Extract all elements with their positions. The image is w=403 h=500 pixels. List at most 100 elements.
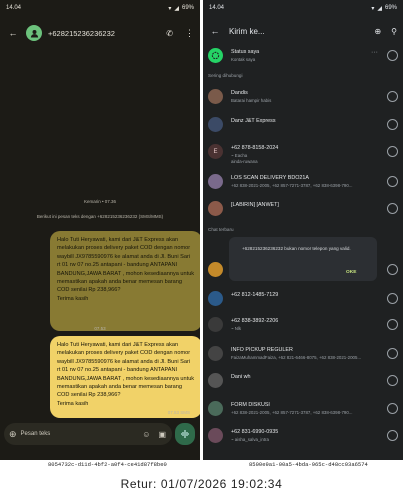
contact-name: +62 838-3892-2206 (231, 318, 279, 324)
section-frequent: Sering dihubungi (208, 73, 243, 78)
image-id-right: 8500e9a1-00a5-4bda-965c-d48cc03a6574 (249, 461, 368, 468)
person-icon (30, 29, 38, 38)
image-id-left: 8054732c-d11d-4bf2-a0f4-ce41d87f8be0 (48, 461, 167, 468)
message-line: BANDUNG,JAWA BARAT , mohon kesediaannya … (57, 375, 195, 382)
status-avatar (208, 48, 223, 63)
wifi-icon: ▾ (168, 5, 172, 12)
contact-avatar (208, 262, 223, 277)
page-title: Kirim ke... (229, 26, 265, 36)
contact-row[interactable]: Dani wh (203, 369, 403, 395)
battery-level: 69% (181, 5, 194, 11)
contact-avatar (208, 317, 223, 332)
message-bubble[interactable]: Halo Tuti Heryawati, kami dari J&T Expre… (50, 231, 200, 331)
contact-radio[interactable] (387, 375, 398, 386)
contact-avatar (208, 373, 223, 388)
contact-name: Dandis (231, 90, 248, 96)
contact-row[interactable]: Danz J&T Express (203, 113, 403, 139)
message-line: melakukan proses delivery paket COD deng… (57, 245, 191, 252)
contact-avatar (208, 117, 223, 132)
contact-avatar (208, 89, 223, 104)
message-line: rt 01 rw 07 no.25 antapani - bandung ANT… (57, 367, 178, 374)
back-arrow-icon[interactable]: ← (6, 28, 20, 38)
add-icon[interactable]: ⊕ (9, 429, 17, 440)
contact-avatar: E (208, 144, 223, 159)
message-line: COD senilai Rp 238,966? (57, 287, 121, 294)
voice-send-button[interactable] (175, 423, 195, 445)
contact-avatar (208, 201, 223, 216)
contact-radio[interactable] (387, 203, 398, 214)
message-line: Terima kasih (57, 295, 89, 302)
contact-row[interactable]: INFO PICKUP REGULER FaizaMuhammadFaiza, +… (203, 342, 403, 368)
contact-radio[interactable] (387, 91, 398, 102)
contact-name: Danz J&T Express (231, 118, 276, 124)
contact-phone[interactable]: +628215236236232 (48, 29, 115, 38)
contact-subtitle: ~ Nlk (231, 326, 242, 331)
message-line: waybill JX9785590976 ke alamat anda di J… (57, 358, 191, 365)
signal-icon: ◢ (377, 5, 382, 12)
back-arrow-icon[interactable]: ← (209, 26, 221, 36)
contact-subtitle: +62 838-2021-2005, +62 857-7271-3787, +6… (231, 183, 353, 188)
status-radio[interactable] (387, 50, 398, 61)
message-status: 07.53 SMS (167, 410, 190, 415)
message-line: COD senilai Rp 238,966? (57, 392, 121, 399)
message-line: waybill JX9785590976 ke alamat anda di J… (57, 253, 191, 260)
status-title: Status saya (231, 49, 260, 55)
phone-call-icon[interactable]: ✆ (166, 29, 173, 38)
sms-thread-screenshot: 14.04 ▾ ◢ 69% ← +628215236236232 ✆ ⋮ Kem… (0, 0, 200, 460)
contact-radio[interactable] (387, 403, 398, 414)
contact-row[interactable]: FORM DISKUSI +62 838-2021-2005, +62 857-7… (203, 397, 403, 423)
contact-radio[interactable] (387, 146, 398, 157)
contact-avatar[interactable] (26, 25, 42, 41)
contact-avatar (208, 346, 223, 361)
contact-name: FORM DISKUSI (231, 402, 270, 408)
contact-name: [LABIRIN] [ANWET] (231, 202, 279, 208)
contact-row[interactable]: E +62 878-8158-2024 ~ Eacha ainda-ruwana (203, 140, 403, 166)
contact-radio[interactable] (387, 264, 398, 275)
more-options-icon[interactable]: ⋮ (185, 28, 194, 39)
message-timestamp: 07.53 (94, 326, 106, 331)
signal-icon: ◢ (174, 5, 179, 12)
status-bar: 14.04 ▾ ◢ 69% (0, 0, 200, 16)
contact-row[interactable]: [LABIRIN] [ANWET] (203, 197, 403, 223)
send-to-header: ← Kirim ke... ⊕ ⚲ (203, 16, 403, 46)
contact-radio[interactable] (387, 293, 398, 304)
contact-name: +62 812-1485-7129 (231, 292, 279, 298)
waveform-icon (181, 430, 189, 438)
contact-row[interactable]: Dandis Batarai hampir habis (203, 85, 403, 111)
ok-button[interactable]: OKE (346, 270, 356, 275)
status-row[interactable]: Status saya Kontak saya ··· (203, 44, 403, 70)
conversation-info: Berikut ini pesan teks dengan +628215236… (36, 214, 164, 219)
more-options-icon[interactable]: ··· (371, 49, 378, 56)
contact-subtitle: ~ Eacha (231, 153, 248, 158)
message-line: Halo Tuti Heryawati, kami dari J&T Expre… (57, 237, 179, 243)
contact-radio[interactable] (387, 348, 398, 359)
contact-row[interactable]: +62 831-6990-0935 ~ aisha_salva_intra (203, 424, 403, 450)
message-composer[interactable]: ⊕ Pesan teks ☺ ▣ (4, 423, 172, 445)
wifi-icon: ▾ (371, 5, 375, 12)
invalid-number-dialog: +628215236236232 bukan nomor telepon yan… (229, 237, 377, 281)
contact-row[interactable]: LOS SCAN DELIVERY BDO21A +62 838-2021-200… (203, 170, 403, 196)
contact-name: LOS SCAN DELIVERY BDO21A (231, 175, 309, 181)
contact-avatar (208, 291, 223, 306)
gallery-icon[interactable]: ▣ (158, 430, 166, 439)
emoji-icon[interactable]: ☺ (142, 430, 150, 439)
message-timestamp: Kemarin • 07.36 (83, 199, 117, 204)
message-bubble[interactable]: Halo Tuti Heryawati, kami dari J&T Expre… (50, 336, 200, 418)
add-contact-icon[interactable]: ⊕ (374, 27, 381, 36)
send-to-screenshot: 14.04 ▾ ◢ 69% ← Kirim ke... ⊕ ⚲ Status s… (203, 0, 403, 460)
return-timestamp: Retur: 01/07/2026 19:02:34 (120, 477, 283, 491)
conversation-header: ← +628215236236232 ✆ ⋮ (0, 16, 200, 50)
status-icon (211, 51, 220, 60)
message-input[interactable]: Pesan teks (21, 431, 51, 437)
contact-row[interactable]: +62 812-1485-7129 (203, 287, 403, 313)
status-privacy: Kontak saya (231, 57, 256, 62)
contact-row[interactable]: +62 838-3892-2206 ~ Nlk (203, 313, 403, 339)
search-icon[interactable]: ⚲ (391, 27, 397, 36)
contact-radio[interactable] (387, 119, 398, 130)
contact-radio[interactable] (387, 430, 398, 441)
contact-radio[interactable] (387, 319, 398, 330)
contact-radio[interactable] (387, 176, 398, 187)
contact-subtitle: ainda-ruwana (231, 159, 258, 164)
contact-name: Dani wh (231, 374, 251, 380)
dialog-message: +628215236236232 bukan nomor telepon yan… (242, 246, 351, 251)
